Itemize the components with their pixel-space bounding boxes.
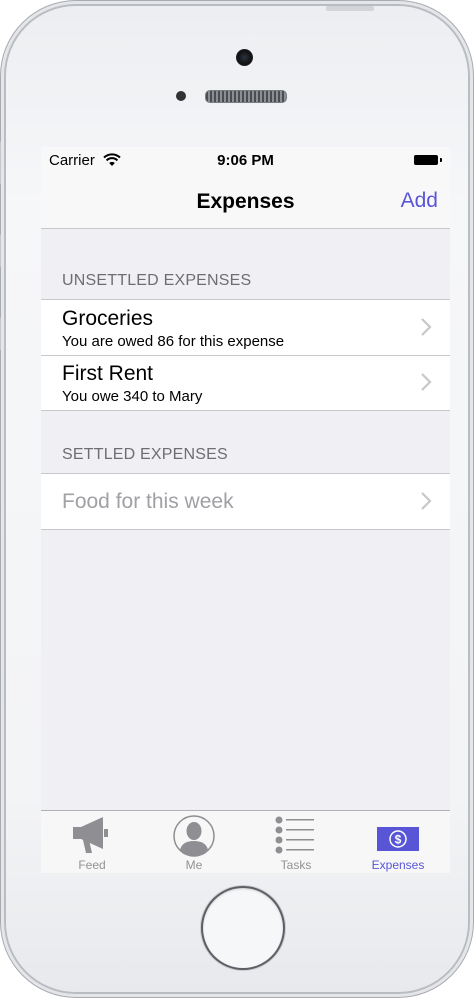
person-icon xyxy=(173,815,215,857)
navigation-bar: Expenses Add xyxy=(41,175,450,229)
unsettled-section-header: UNSETTLED EXPENSES xyxy=(62,272,252,289)
power-button xyxy=(326,6,374,11)
tab-label: Tasks xyxy=(280,858,312,872)
add-button[interactable]: Add xyxy=(401,189,438,213)
tab-feed[interactable]: Feed xyxy=(41,811,143,873)
tab-label: Me xyxy=(185,858,203,872)
chevron-right-icon xyxy=(421,492,432,510)
status-time: 9:06 PM xyxy=(217,152,274,169)
expense-title: First Rent xyxy=(62,362,154,385)
list-item[interactable]: First Rent You owe 340 to Mary xyxy=(41,355,450,410)
phone-frame: Carrier 9:06 PM Expenses Add UNSETTLED E… xyxy=(0,6,468,992)
tab-expenses[interactable]: $ Expenses xyxy=(347,811,449,873)
settled-section-header: SETTLED EXPENSES xyxy=(62,446,228,463)
svg-text:$: $ xyxy=(395,833,402,847)
proximity-sensor xyxy=(176,91,186,101)
front-camera xyxy=(236,49,253,66)
dollar-icon: $ xyxy=(377,827,419,851)
tab-label: Feed xyxy=(78,858,106,872)
tab-tasks[interactable]: Tasks xyxy=(245,811,347,873)
chevron-right-icon xyxy=(421,318,432,336)
home-button[interactable] xyxy=(203,888,283,968)
list-item[interactable]: Food for this week xyxy=(41,474,450,529)
tab-label: Expenses xyxy=(371,858,425,872)
tab-bar: Feed Me Tasks $ Expenses xyxy=(41,810,450,873)
expense-subtitle: You owe 340 to Mary xyxy=(62,388,203,405)
battery-icon xyxy=(414,155,442,165)
page-title: Expenses xyxy=(196,190,295,213)
list-icon xyxy=(275,816,314,854)
earpiece-speaker xyxy=(205,90,287,103)
settled-expenses-list: Food for this week xyxy=(41,473,450,530)
expense-subtitle: You are owed 86 for this expense xyxy=(62,333,285,350)
chevron-right-icon xyxy=(421,373,432,391)
mute-switch xyxy=(0,141,1,185)
list-item[interactable]: Groceries You are owed 86 for this expen… xyxy=(41,300,450,355)
unsettled-expenses-list: Groceries You are owed 86 for this expen… xyxy=(41,299,450,411)
tab-me[interactable]: Me xyxy=(143,811,245,873)
megaphone-icon xyxy=(73,817,108,853)
expense-title: Food for this week xyxy=(62,490,234,513)
expense-title: Groceries xyxy=(62,307,154,330)
app-screen: Carrier 9:06 PM Expenses Add UNSETTLED E… xyxy=(41,147,450,873)
volume-up-button xyxy=(0,234,1,268)
volume-down-button xyxy=(0,317,1,351)
status-bar: Carrier 9:06 PM xyxy=(41,147,450,175)
